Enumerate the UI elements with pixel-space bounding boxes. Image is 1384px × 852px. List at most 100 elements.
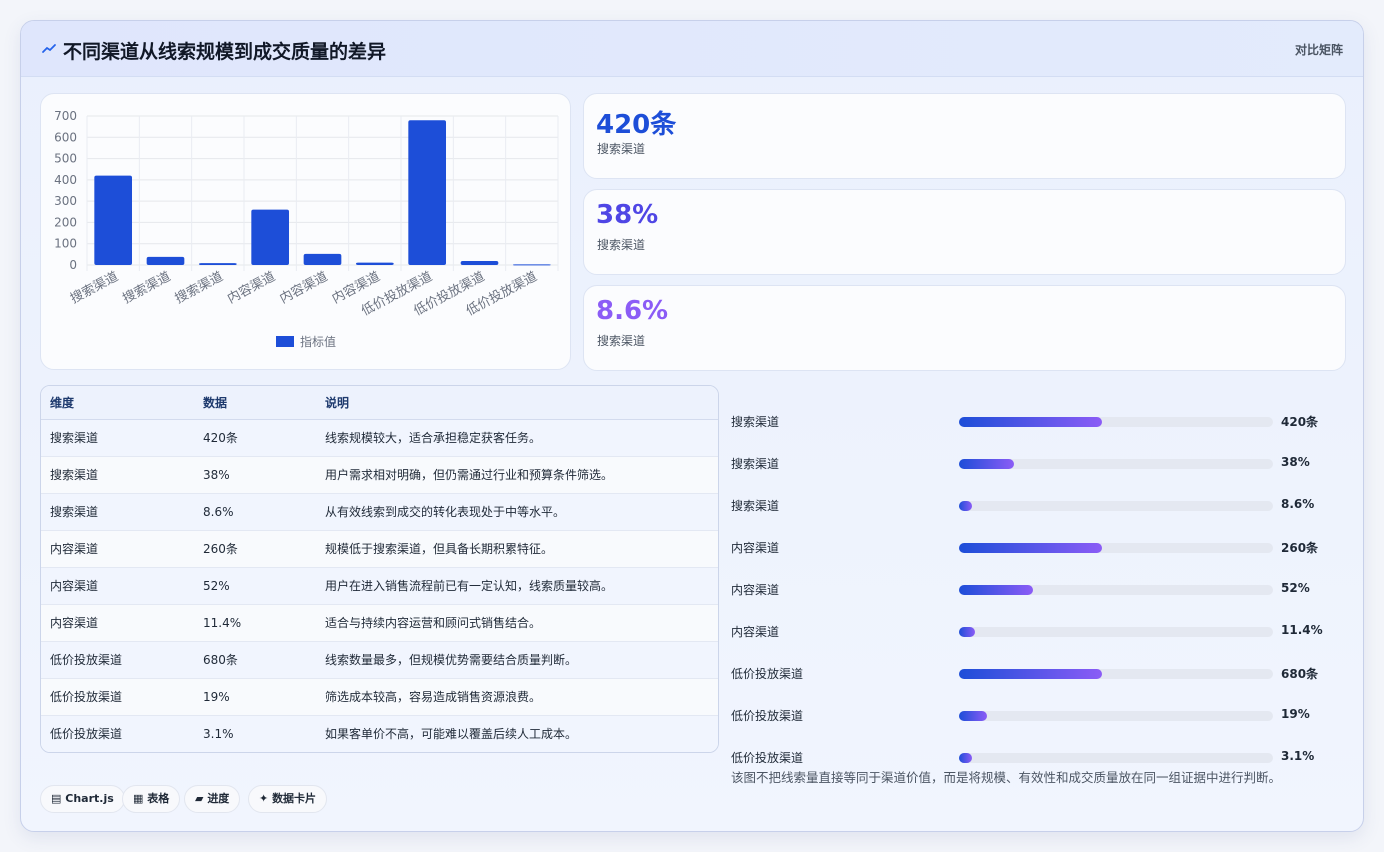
tag-progress[interactable]: ▰ 进度 <box>184 785 241 813</box>
tag-chartjs[interactable]: ▤ Chart.js <box>40 785 125 813</box>
cell-description: 筛选成本较高，容易造成销售资源浪费。 <box>325 690 542 704</box>
stat-card-3: 8.6% 搜索渠道 <box>583 285 1346 371</box>
dashboard-panel: 不同渠道从线索规模到成交质量的差异 对比矩阵 0 100 200 300 400 500 6… <box>20 20 1364 832</box>
table-row: 内容渠道 11.4% 适合与持续内容运营和顾问式销售结合。 <box>41 604 718 641</box>
tag-label: 数据卡片 <box>272 792 317 805</box>
progress-fill <box>959 585 1033 595</box>
progress-value: 680条 <box>1281 667 1319 681</box>
progress-track <box>959 753 1273 763</box>
progress-row: 搜索渠道 420条 <box>731 411 1351 431</box>
chart-bar <box>355 262 394 265</box>
progress-row: 内容渠道 11.4% <box>731 621 1351 641</box>
data-table: 维度 数据 说明 搜索渠道 420条 线索规模较大，适合承担稳定获客任务。 搜索渠道 3… <box>40 385 719 753</box>
table-header-row: 维度 数据 说明 <box>41 386 718 420</box>
y-tick-label: 200 <box>54 215 77 229</box>
progress-track <box>959 627 1273 637</box>
progress-value: 19% <box>1281 707 1310 721</box>
cell-data: 52% <box>203 578 230 593</box>
cell-description: 适合与持续内容运营和顾问式销售结合。 <box>325 616 542 630</box>
stat-card-2: 38% 搜索渠道 <box>583 189 1346 275</box>
cell-description: 从有效线索到成交的转化表现处于中等水平。 <box>325 505 566 519</box>
progress-label: 内容渠道 <box>731 583 780 597</box>
progress-value: 420条 <box>1281 415 1319 429</box>
progress-track <box>959 669 1273 679</box>
progress-value: 260条 <box>1281 541 1319 555</box>
progress-label: 内容渠道 <box>731 625 780 639</box>
progress-label: 内容渠道 <box>731 541 780 555</box>
cell-dimension: 搜索渠道 <box>50 431 99 445</box>
x-tick-label: 内容渠道 <box>225 268 278 307</box>
table-row: 低价投放渠道 3.1% 如果客单价不高，可能难以覆盖后续人工成本。 <box>41 715 718 752</box>
progress-fill <box>959 711 988 721</box>
progress-fill <box>959 501 972 511</box>
cell-dimension: 内容渠道 <box>50 579 99 593</box>
cell-description: 规模低于搜索渠道，但具备长期积累特征。 <box>325 542 554 556</box>
chart-icon: ▤ <box>51 792 62 805</box>
progress-track <box>959 711 1273 721</box>
progress-fill <box>959 627 975 637</box>
table-row: 低价投放渠道 19% 筛选成本较高，容易造成销售资源浪费。 <box>41 678 718 715</box>
cell-data: 420条 <box>203 431 238 445</box>
sparkle-icon: ✦ <box>259 792 269 805</box>
x-tick-label: 搜索渠道 <box>120 269 173 307</box>
table-icon: ▦ <box>133 792 144 805</box>
chart-bar <box>303 253 342 265</box>
x-tick-label: 搜索渠道 <box>173 269 226 307</box>
bar-chart-card: 0 100 200 300 400 500 600 700 搜索渠道 搜索渠道 搜索渠道 内容渠道 内容… <box>40 93 571 370</box>
progress-track <box>959 543 1273 553</box>
legend-label: 指标值 <box>300 334 336 349</box>
progress-value: 8.6% <box>1281 497 1315 511</box>
progress-fill <box>959 753 972 763</box>
progress-label: 低价投放渠道 <box>731 709 804 723</box>
progress-row: 内容渠道 52% <box>731 579 1351 599</box>
progress-row: 搜索渠道 8.6% <box>731 495 1351 515</box>
cell-dimension: 内容渠道 <box>50 616 99 630</box>
chart-bar <box>408 120 447 265</box>
panel-header: 不同渠道从线索规模到成交质量的差异 对比矩阵 <box>21 21 1363 77</box>
stat-card-1: 420条 搜索渠道 <box>583 93 1346 179</box>
chart-bar <box>198 263 237 265</box>
chart-bar <box>146 256 185 265</box>
x-tick-label: 内容渠道 <box>277 268 330 307</box>
progress-row: 内容渠道 260条 <box>731 537 1351 557</box>
table-row: 搜索渠道 38% 用户需求相对明确，但仍需通过行业和预算条件筛选。 <box>41 456 718 493</box>
progress-fill <box>959 459 1014 469</box>
cell-data: 11.4% <box>203 615 242 630</box>
cell-description: 用户需求相对明确，但仍需通过行业和预算条件筛选。 <box>325 468 614 482</box>
cell-data: 19% <box>203 689 230 704</box>
progress-row: 低价投放渠道 19% <box>731 705 1351 725</box>
footnote: 该图不把线索量直接等同于渠道价值，而是将规模、有效性和成交质量放在同一组证据中进… <box>731 770 1282 785</box>
chart-bar <box>512 264 551 266</box>
cell-dimension: 内容渠道 <box>50 542 99 556</box>
cell-data: 38% <box>203 467 230 482</box>
cell-description: 线索规模较大，适合承担稳定获客任务。 <box>325 431 542 445</box>
progress-row: 低价投放渠道 3.1% <box>731 747 1351 767</box>
x-tick-label: 搜索渠道 <box>68 269 121 307</box>
stat-label: 搜索渠道 <box>597 334 646 348</box>
cell-description: 线索数量最多，但规模优势需要结合质量判断。 <box>325 653 578 667</box>
cell-dimension: 低价投放渠道 <box>50 653 123 667</box>
stat-value: 8.6% <box>596 296 669 326</box>
y-tick-label: 700 <box>54 109 77 123</box>
progress-track <box>959 417 1273 427</box>
progress-row: 低价投放渠道 680条 <box>731 663 1351 683</box>
cell-dimension: 低价投放渠道 <box>50 690 123 704</box>
table-row: 搜索渠道 8.6% 从有效线索到成交的转化表现处于中等水平。 <box>41 493 718 530</box>
progress-value: 52% <box>1281 581 1310 595</box>
stat-label: 搜索渠道 <box>597 238 646 252</box>
progress-value: 11.4% <box>1281 623 1323 637</box>
y-tick-label: 0 <box>69 258 77 272</box>
chart-bar <box>460 260 499 265</box>
legend-swatch <box>276 336 294 347</box>
cell-dimension: 低价投放渠道 <box>50 727 123 742</box>
cell-data: 8.6% <box>203 504 234 519</box>
tag-label: 表格 <box>147 792 170 805</box>
y-tick-label: 600 <box>54 130 77 144</box>
tag-data-cards[interactable]: ✦ 数据卡片 <box>248 785 328 813</box>
progress-label: 低价投放渠道 <box>731 667 804 681</box>
progress-list: 搜索渠道 420条 搜索渠道 38% 搜索渠道 8.6% 内容渠道 260条 内容渠道 52% 内容… <box>731 385 1351 765</box>
tag-label: 进度 <box>207 792 230 805</box>
table-row: 搜索渠道 420条 线索规模较大，适合承担稳定获客任务。 <box>41 419 718 456</box>
table-row: 内容渠道 260条 规模低于搜索渠道，但具备长期积累特征。 <box>41 530 718 567</box>
tag-table[interactable]: ▦ 表格 <box>122 785 181 813</box>
